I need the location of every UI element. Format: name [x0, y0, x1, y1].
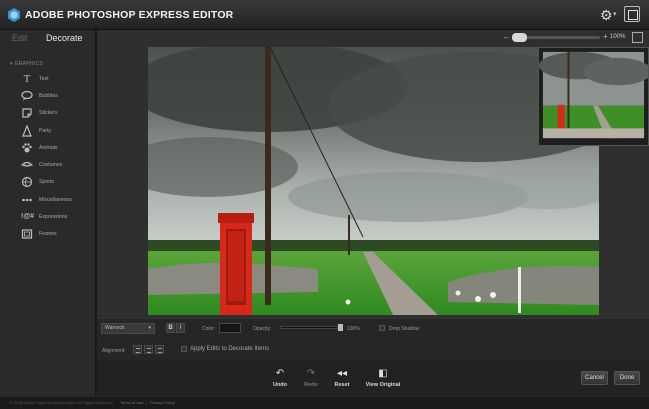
signpost [518, 267, 521, 313]
party-icon [21, 123, 33, 137]
sticker-icon [21, 107, 33, 119]
view-original-label: View Original [365, 382, 401, 388]
thumb-cloud [583, 57, 648, 86]
undo-button[interactable]: ↶ Undo [263, 368, 297, 388]
navigator-thumbnail[interactable] [538, 47, 649, 146]
drop-shadow-label: Drop Shadow [389, 326, 420, 332]
view-original-button[interactable]: ◧ View Original [363, 368, 403, 388]
opacity-label: Opacity: [253, 326, 272, 332]
thumb-phone-box [557, 104, 565, 129]
tool-item-miscellaneous[interactable]: Miscellaneous [0, 191, 96, 208]
tool-item-label: Bubbles [39, 92, 58, 99]
reset-label: Reset [334, 382, 350, 388]
tool-item-bubbles[interactable]: Bubbles [0, 87, 96, 104]
sheep [490, 292, 496, 298]
drop-shadow-checkbox[interactable] [379, 325, 385, 331]
italic-button[interactable]: I [176, 323, 185, 333]
done-button[interactable]: Done [614, 371, 640, 385]
paw-icon [21, 142, 33, 154]
apply-edits-checkbox[interactable] [181, 346, 187, 352]
tool-item-frames[interactable]: Frames [0, 226, 96, 243]
align-center-button[interactable] [144, 345, 153, 354]
apply-edits-label: Apply Edits to Decorate Items [190, 346, 270, 352]
costume-icon [20, 159, 34, 171]
color-picker[interactable] [219, 323, 241, 333]
font-select[interactable]: Warnock ▾ [101, 323, 155, 334]
tool-item-label: Sports [39, 179, 54, 186]
ball-icon [21, 176, 33, 188]
tool-item-stickers[interactable]: Stickers [0, 105, 96, 122]
undo-label: Undo [272, 382, 288, 388]
tool-item-party[interactable]: Party [0, 122, 96, 139]
decorate-panel: Edit Decorate ▾ GRAPHICS T Text Bubbles … [0, 30, 96, 396]
graphics-tool-list: T Text Bubbles Stickers Party Animals Co… [0, 70, 96, 243]
tool-item-label: Expressions [39, 214, 68, 221]
thumb-pole [567, 51, 570, 131]
panel-tabs: Edit Decorate [0, 30, 96, 50]
photoshop-express-logo-icon [8, 8, 20, 22]
frame-icon [21, 228, 33, 240]
tool-item-label: Frames [39, 231, 57, 238]
title-bar: ADOBE PHOTOSHOP EXPRESS EDITOR ⚙ ▾ [0, 0, 649, 30]
color-label: Color: [202, 326, 216, 332]
privacy-policy-link[interactable]: Privacy Policy [150, 400, 175, 405]
photo-canvas[interactable] [148, 47, 599, 315]
expression-icon: !@# [21, 213, 35, 221]
zoom-value: 100% [610, 34, 626, 40]
tool-item-label: Costumes [39, 162, 63, 169]
app-title: ADOBE PHOTOSHOP EXPRESS EDITOR [25, 9, 234, 21]
bubble-icon [21, 90, 33, 102]
text-icon: T [23, 72, 31, 85]
chevron-down-icon[interactable]: ▾ [613, 10, 617, 18]
tool-item-expressions[interactable]: !@# Expressions [0, 208, 96, 225]
align-left-button[interactable] [133, 345, 142, 354]
tool-item-animals[interactable]: Animals [0, 139, 96, 156]
section-graphics-label: GRAPHICS [14, 61, 44, 67]
sheep [345, 299, 351, 305]
tool-item-label: Animals [39, 144, 58, 151]
fit-to-screen-button[interactable] [632, 32, 643, 43]
opacity-slider[interactable] [280, 326, 338, 329]
cancel-button[interactable]: Cancel [581, 371, 608, 385]
reset-button[interactable]: ◂◂ Reset [325, 368, 359, 388]
thumb-bottom-bar [542, 128, 645, 139]
zoom-out-button[interactable]: – [504, 33, 508, 42]
font-select-value: Warnock [105, 325, 125, 331]
tool-item-text[interactable]: T Text [0, 70, 96, 87]
misc-icon [21, 194, 33, 206]
compare-icon: ◧ [378, 368, 388, 379]
red-phone-box [218, 213, 254, 315]
bold-button[interactable]: B [166, 323, 175, 333]
redo-button[interactable]: ↷ Redo [294, 368, 328, 388]
redo-label: Redo [304, 382, 318, 388]
fullscreen-button[interactable] [624, 6, 640, 22]
copyright-text: © 2008 Adobe Systems Incorporated. All R… [10, 400, 114, 405]
distant-pole [348, 215, 350, 255]
tool-item-sports[interactable]: Sports [0, 174, 96, 191]
opacity-slider-thumb[interactable] [338, 324, 343, 331]
tab-edit[interactable]: Edit [12, 33, 28, 43]
zoom-in-button[interactable]: + [603, 32, 608, 41]
sheep [455, 290, 461, 296]
tool-item-label: Party [39, 127, 52, 134]
chevron-down-icon: ▾ [148, 325, 151, 331]
zoom-slider-thumb[interactable] [512, 33, 527, 42]
opacity-value: 100% [347, 326, 360, 332]
tab-decorate[interactable]: Decorate [46, 33, 83, 43]
tool-item-costumes[interactable]: Costumes [0, 156, 96, 173]
tool-item-label: Text [39, 75, 49, 82]
telegraph-pole [265, 47, 271, 305]
sheep [475, 296, 481, 302]
zoom-bar: – + 100% [500, 30, 649, 46]
alignment-label: Alignment: [102, 348, 126, 354]
redo-icon: ↷ [306, 368, 316, 379]
tool-item-label: Miscellaneous [39, 196, 72, 203]
section-graphics[interactable]: ▾ GRAPHICS [10, 61, 43, 67]
footer-separator: | [146, 400, 148, 405]
undo-icon: ↶ [275, 368, 285, 379]
tool-item-label: Stickers [39, 110, 58, 117]
terms-of-use-link[interactable]: Terms of Use [120, 400, 144, 405]
align-right-button[interactable] [155, 345, 164, 354]
reset-icon: ◂◂ [336, 368, 348, 379]
